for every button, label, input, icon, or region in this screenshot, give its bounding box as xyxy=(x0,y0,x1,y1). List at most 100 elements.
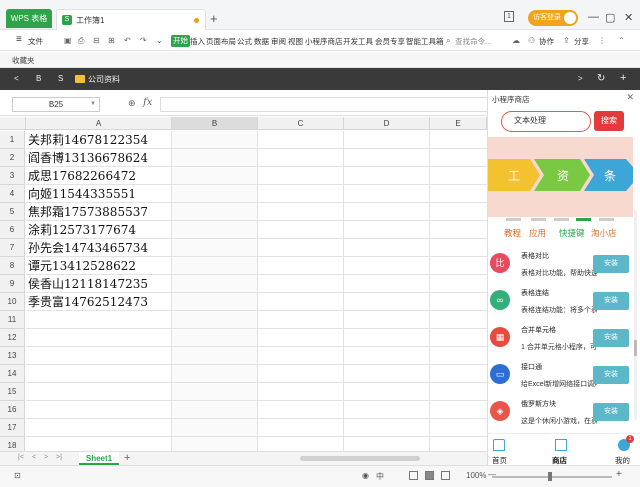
row-header[interactable]: 16 xyxy=(0,401,25,419)
eye-icon[interactable]: ◉ xyxy=(362,471,369,480)
sheet-tab-sheet1[interactable]: Sheet1 xyxy=(79,452,119,465)
row-header[interactable]: 17 xyxy=(0,419,25,437)
row-header[interactable]: 7 xyxy=(0,239,25,257)
redo-icon[interactable]: ↷ xyxy=(140,36,147,45)
home-icon[interactable] xyxy=(493,439,505,451)
new-tab-button[interactable]: + xyxy=(210,12,218,25)
row-header[interactable]: 9 xyxy=(0,275,25,293)
applet-item[interactable]: 比 表格对比 表格对比功能，帮助快速 安装 xyxy=(488,248,633,284)
cell-a[interactable]: 焦邦霜17573885537 xyxy=(26,203,171,221)
row-header[interactable]: 3 xyxy=(0,167,25,185)
wps-home-tab[interactable]: WPS 表格 xyxy=(6,9,52,28)
row-header[interactable]: 15 xyxy=(0,383,25,401)
collapse-ribbon-icon[interactable]: ⌃ xyxy=(618,36,625,45)
page-break-view-button[interactable] xyxy=(425,471,434,480)
panel-close-icon[interactable]: ✕ xyxy=(626,92,634,103)
print-icon[interactable]: ⊟ xyxy=(93,36,100,45)
install-button[interactable]: 安装 xyxy=(593,292,629,310)
name-box[interactable]: B25 ▼ xyxy=(12,97,100,112)
row-header[interactable]: 2 xyxy=(0,149,25,167)
category-apps[interactable]: 应用 xyxy=(529,227,546,239)
export-icon[interactable]: ⎙ xyxy=(78,36,84,46)
cell-a[interactable]: 谭元13412528622 xyxy=(26,257,171,275)
first-sheet-icon[interactable]: |< xyxy=(18,454,24,461)
share-button[interactable]: 分享 xyxy=(574,36,589,47)
carousel-dot[interactable] xyxy=(554,218,569,221)
tab-view[interactable]: 视图 xyxy=(288,36,303,47)
category-shortcuts[interactable]: 快捷键 xyxy=(559,227,585,239)
horizontal-scrollbar[interactable] xyxy=(300,456,420,461)
collab-button[interactable]: 协作 xyxy=(539,36,554,47)
close-button[interactable]: ✕ xyxy=(624,11,633,24)
store-icon[interactable] xyxy=(555,439,567,451)
panel-scrollbar[interactable] xyxy=(634,210,637,420)
normal-view-button[interactable] xyxy=(409,471,418,480)
macro-icon[interactable]: ⊡ xyxy=(14,471,21,480)
panel-scrollbar-thumb[interactable] xyxy=(634,340,637,356)
last-sheet-icon[interactable]: >| xyxy=(56,454,62,461)
back-button[interactable]: < xyxy=(14,74,19,83)
column-header-b[interactable]: B xyxy=(172,117,258,130)
tab-developer[interactable]: 开发工具 xyxy=(343,36,373,47)
tab-smart-toolbox[interactable]: 智能工具箱 xyxy=(406,36,444,47)
install-button[interactable]: 安装 xyxy=(593,329,629,347)
more-options-icon[interactable]: ⋮ xyxy=(598,36,606,45)
cloud-icon[interactable]: ☁ xyxy=(512,36,520,45)
add-icon[interactable]: + xyxy=(620,72,626,84)
more-icon[interactable]: ⌄ xyxy=(156,36,163,45)
hamburger-icon[interactable]: ≡ xyxy=(16,34,22,45)
row-header[interactable]: 4 xyxy=(0,185,25,203)
cell-a[interactable]: 成思17682266472 xyxy=(26,167,171,185)
zoom-slider[interactable] xyxy=(492,476,612,478)
column-header-c[interactable]: C xyxy=(258,117,344,130)
file-menu[interactable]: 文件 xyxy=(28,36,43,47)
cell-a[interactable]: 季贵富14762512473 xyxy=(26,293,171,311)
function-icon[interactable]: fx xyxy=(143,97,152,108)
cell-a[interactable]: 关邦莉14678122354 xyxy=(26,131,171,149)
zoom-icon[interactable]: ⊕ xyxy=(128,98,136,109)
applet-item[interactable]: ∞ 表格连结 表格连结功能：将多个表 安装 xyxy=(488,285,633,321)
category-tutorial[interactable]: 教程 xyxy=(504,227,521,239)
zoom-in-button[interactable]: + xyxy=(616,469,622,480)
row-header[interactable]: 8 xyxy=(0,257,25,275)
row-header[interactable]: 11 xyxy=(0,311,25,329)
tab-insert[interactable]: 插入 xyxy=(190,36,205,47)
carousel-dot-active[interactable] xyxy=(576,218,591,221)
document-tab[interactable]: S 工作簿1 xyxy=(56,9,206,30)
tab-home[interactable]: 开始 xyxy=(171,35,190,47)
folder-company-data[interactable]: 公司资料 xyxy=(88,74,120,85)
prev-sheet-icon[interactable]: < xyxy=(32,454,36,461)
applet-item[interactable]: ◈ 俄罗斯方块 这是个休闲小游戏，在表格 安装 xyxy=(488,396,633,432)
input-method-icon[interactable]: 中 xyxy=(376,471,384,482)
row-header[interactable]: 12 xyxy=(0,329,25,347)
page-layout-view-button[interactable] xyxy=(441,471,450,480)
preview-icon[interactable]: ⊞ xyxy=(108,36,115,45)
install-button[interactable]: 安装 xyxy=(593,255,629,273)
row-header[interactable]: 14 xyxy=(0,365,25,383)
row-header[interactable]: 1 xyxy=(0,131,25,149)
row-header[interactable]: 13 xyxy=(0,347,25,365)
tab-review[interactable]: 审阅 xyxy=(271,36,286,47)
column-header-a[interactable]: A xyxy=(26,117,172,130)
applet-item[interactable]: ▦ 合并单元格 1 合并单元格小程序，可 安装 xyxy=(488,322,633,358)
cell-a[interactable]: 阎香博13136678624 xyxy=(26,149,171,167)
cell-a[interactable]: 涂莉12573177674 xyxy=(26,221,171,239)
cell-a[interactable]: 向姬11544335551 xyxy=(26,185,171,203)
install-button[interactable]: 安装 xyxy=(593,403,629,421)
nav-home[interactable]: 首页 xyxy=(492,455,507,466)
spreadsheet-grid[interactable]: A B C D E 1 关邦莉14678122354 2 阎香博13136678624… xyxy=(0,117,487,453)
formula-input[interactable] xyxy=(160,97,490,112)
tab-data[interactable]: 数据 xyxy=(254,36,269,47)
guest-login-button[interactable]: 访客登录 xyxy=(528,10,578,26)
applet-item[interactable]: ▭ 接口通 给Excel新增网络接口调用 安装 xyxy=(488,359,633,395)
next-sheet-icon[interactable]: > xyxy=(44,454,48,461)
restore-button[interactable]: ▢ xyxy=(605,11,615,24)
carousel-dot[interactable] xyxy=(599,218,614,221)
minimize-button[interactable]: — xyxy=(588,11,599,23)
tab-page-layout[interactable]: 页面布局 xyxy=(206,36,236,47)
nav-mine[interactable]: 我的 xyxy=(615,455,630,466)
cell-a[interactable]: 侯香山12118147235 xyxy=(26,275,171,293)
cell-a[interactable]: 孙先会14743465734 xyxy=(26,239,171,257)
category-shop[interactable]: 淘小店 xyxy=(591,227,617,239)
nav-store[interactable]: 商店 xyxy=(552,455,567,466)
